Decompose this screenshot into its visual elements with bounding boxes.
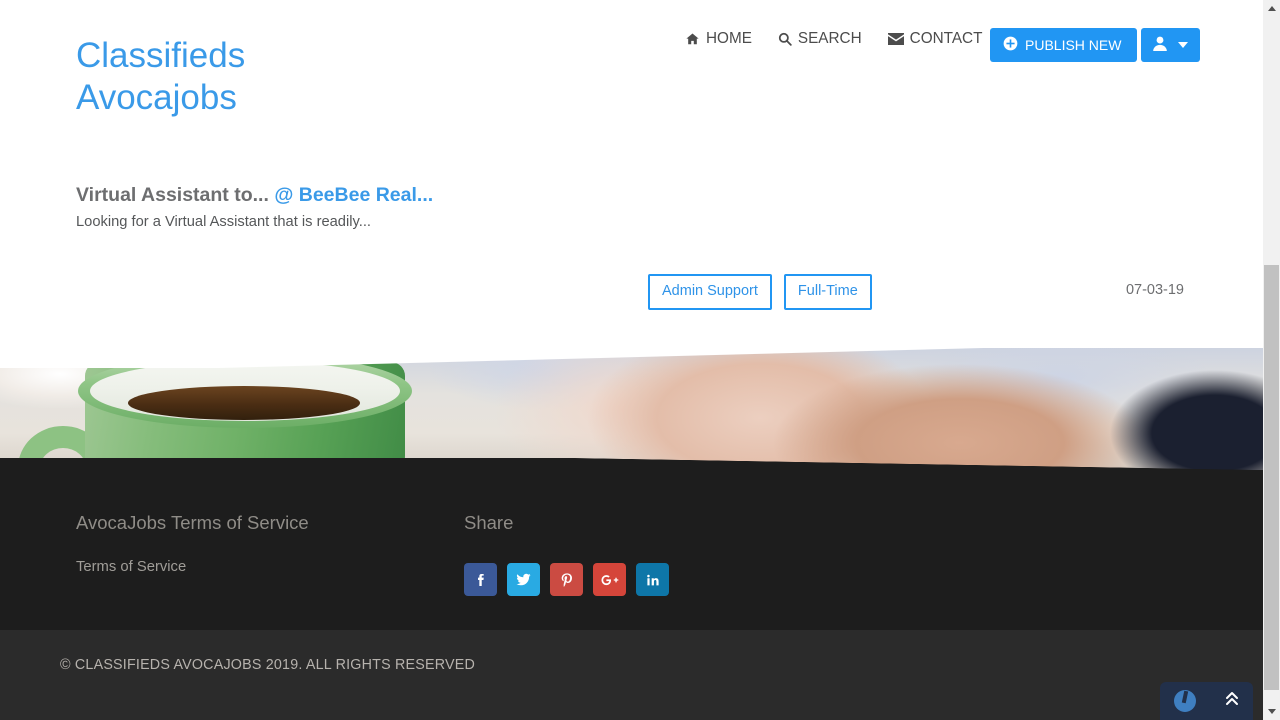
scroll-up-arrow-icon[interactable] (1263, 0, 1280, 17)
publish-new-label: PUBLISH NEW (1025, 37, 1122, 53)
nav-item-search[interactable]: SEARCH (778, 30, 862, 48)
site-header: Classifieds Avocajobs HOME SEARCH CONTAC… (0, 0, 1263, 124)
floating-chat-widget[interactable] (1160, 682, 1253, 720)
header-actions: PUBLISH NEW (990, 28, 1201, 62)
hero-image (0, 348, 1263, 470)
hero-bottom-band (0, 458, 1263, 470)
copyright-text: © CLASSIFIEDS AVOCAJOBS 2019. ALL RIGHTS… (60, 657, 475, 673)
job-tags: Admin Support Full-Time (648, 274, 872, 310)
chevron-down-icon (1178, 42, 1189, 48)
facebook-icon[interactable] (464, 563, 497, 596)
brand-logo-icon (1174, 690, 1197, 712)
nav-item-contact[interactable]: CONTACT (887, 30, 983, 48)
main-navigation: HOME SEARCH CONTACT (685, 30, 982, 48)
user-icon (1153, 36, 1168, 54)
social-links (464, 563, 864, 596)
twitter-icon[interactable] (507, 563, 540, 596)
footer-terms-heading: AvocaJobs Terms of Service (76, 512, 309, 533)
job-tag[interactable]: Full-Time (783, 274, 872, 310)
user-menu-button[interactable] (1141, 28, 1201, 62)
double-chevron-up-icon[interactable] (1225, 691, 1239, 711)
pinterest-icon[interactable] (550, 563, 583, 596)
nav-item-home-label: HOME (706, 30, 752, 47)
hero-top-mask (0, 348, 1263, 368)
site-logo[interactable]: Classifieds Avocajobs (76, 35, 245, 119)
scroll-down-arrow-icon[interactable] (1263, 703, 1280, 720)
footer-terms-link[interactable]: Terms of Service (76, 559, 186, 575)
copyright-bar: © CLASSIFIEDS AVOCAJOBS 2019. ALL RIGHTS… (0, 630, 1263, 720)
nav-item-home[interactable]: HOME (685, 30, 752, 48)
envelope-icon (887, 33, 904, 45)
footer-terms-column: AvocaJobs Terms of Service Terms of Serv… (76, 512, 436, 576)
search-icon (778, 32, 792, 46)
linkedin-icon[interactable] (636, 563, 669, 596)
footer-share-heading: Share (464, 512, 514, 533)
site-footer: AvocaJobs Terms of Service Terms of Serv… (0, 470, 1263, 630)
nav-item-contact-label: CONTACT (909, 30, 983, 47)
plus-circle-icon (1003, 36, 1018, 54)
page-scrollbar[interactable] (1263, 0, 1280, 720)
googleplus-icon[interactable] (593, 563, 626, 596)
job-date: 07-03-19 (1125, 282, 1184, 298)
job-listing-row[interactable]: Call Center and Or Call... @ FreeStyleCa… (0, 162, 1263, 472)
home-icon (685, 32, 700, 46)
scrollbar-thumb[interactable] (1264, 265, 1279, 690)
browser-viewport: We need someone who can create a piece o… (0, 0, 1280, 720)
footer-share-column: Share (464, 512, 864, 596)
job-tag[interactable]: Admin Support (648, 274, 772, 310)
coffee-surface (128, 386, 360, 420)
nav-item-search-label: SEARCH (797, 30, 862, 47)
publish-new-button[interactable]: PUBLISH NEW (990, 28, 1138, 62)
